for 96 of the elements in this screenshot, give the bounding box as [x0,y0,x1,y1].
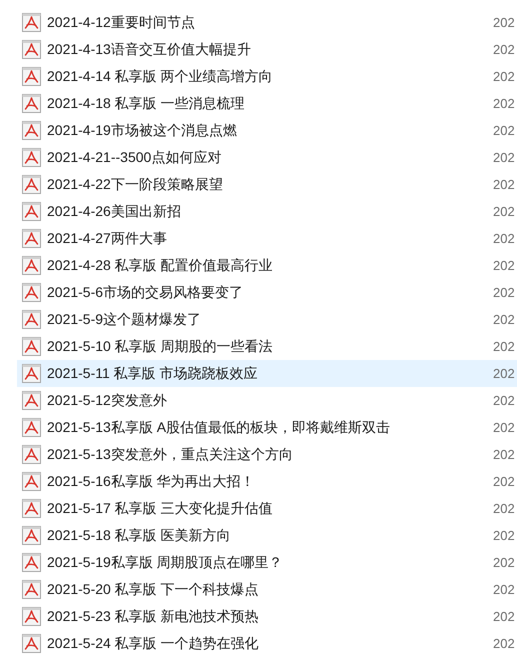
file-row[interactable]: 2021-5-20 私享版 下一个科技爆点 202 [17,576,517,603]
file-name: 2021-4-22下一阶段策略展望 [47,176,224,194]
date-modified: 202 [493,42,515,57]
pdf-file-icon [22,445,41,464]
pdf-file-icon [22,526,41,545]
file-name: 2021-5-19私享版 周期股顶点在哪里？ [47,554,284,572]
date-modified: 202 [493,447,515,462]
pdf-file-icon [22,94,41,113]
date-modified: 202 [493,528,515,543]
file-row[interactable]: 2021-5-9这个题材爆发了 202 [17,306,517,333]
date-modified: 202 [493,15,515,30]
file-row[interactable]: 2021-5-23 私享版 新电池技术预热 202 [17,603,517,630]
file-name: 2021-5-9这个题材爆发了 [47,310,202,328]
date-modified: 202 [493,150,515,165]
date-modified: 202 [493,96,515,111]
file-name: 2021-5-20 私享版 下一个科技爆点 [47,580,260,598]
date-modified: 202 [493,393,515,408]
file-name: 2021-5-13突发意外，重点关注这个方向 [47,446,294,464]
date-modified: 202 [493,177,515,192]
file-row[interactable]: 2021-5-13私享版 A股估值最低的板块，即将戴维斯双击 202 [17,414,517,441]
file-name: 2021-5-16私享版 华为再出大招！ [47,472,256,490]
pdf-file-icon [22,418,41,437]
file-row[interactable]: 2021-4-18 私享版 一些消息梳理 202 [17,90,517,117]
file-name: 2021-4-12重要时间节点 [47,14,196,32]
file-row[interactable]: 2021-5-17 私享版 三大变化提升估值 202 [17,495,517,522]
file-row[interactable]: 2021-4-14 私享版 两个业绩高增方向 202 [17,63,517,90]
pdf-file-icon [22,391,41,410]
date-modified: 202 [493,555,515,570]
pdf-file-icon [22,607,41,626]
file-name: 2021-5-23 私享版 新电池技术预热 [47,608,260,626]
file-row[interactable]: 2021-4-13语音交互价值大幅提升 202 [17,36,517,63]
file-name: 2021-4-19市场被这个消息点燃 [47,122,238,140]
pdf-file-icon [22,121,41,140]
date-modified: 202 [493,501,515,516]
file-row[interactable]: 2021-4-19市场被这个消息点燃 202 [17,117,517,144]
file-row[interactable]: 2021-5-10 私享版 周期股的一些看法 202 [17,333,517,360]
file-name: 2021-4-26美国出新招 [47,202,182,220]
date-modified: 202 [493,366,515,381]
file-row[interactable]: 2021-4-27两件大事 202 [17,225,517,252]
pdf-file-icon [22,499,41,518]
file-name: 2021-5-24 私享版 一个趋势在强化 [47,634,260,652]
date-modified: 202 [493,420,515,435]
file-name: 2021-5-18 私享版 医美新方向 [47,526,232,544]
date-modified: 202 [493,231,515,246]
file-row[interactable]: 2021-5-12突发意外 202 [17,387,517,414]
pdf-file-icon [22,229,41,248]
pdf-file-icon [22,337,41,356]
date-modified: 202 [493,582,515,597]
file-name: 2021-5-6市场的交易风格要变了 [47,284,244,302]
file-name: 2021-5-17 私享版 三大变化提升估值 [47,500,274,518]
file-row[interactable]: 2021-4-21--3500点如何应对 202 [17,144,517,171]
date-modified: 202 [493,285,515,300]
file-name: 2021-5-12突发意外 [47,392,168,410]
date-modified: 202 [493,69,515,84]
file-name: 2021-5-13私享版 A股估值最低的板块，即将戴维斯双击 [47,418,392,436]
file-name: 2021-4-27两件大事 [47,230,168,248]
file-name: 2021-5-10 私享版 周期股的一些看法 [47,338,274,356]
pdf-file-icon [22,13,41,32]
file-row[interactable]: 2021-5-11 私享版 市场跷跷板效应 202 [17,360,517,387]
pdf-file-icon [22,310,41,329]
file-row[interactable]: 2021-5-18 私享版 医美新方向 202 [17,522,517,549]
date-modified: 202 [493,339,515,354]
date-modified: 202 [493,636,515,651]
file-row[interactable]: 2021-4-12重要时间节点 202 [17,9,517,36]
date-modified: 202 [493,312,515,327]
file-name: 2021-4-13语音交互价值大幅提升 [47,40,252,58]
file-row[interactable]: 2021-5-19私享版 周期股顶点在哪里？ 202 [17,549,517,576]
pdf-file-icon [22,67,41,86]
pdf-file-icon [22,634,41,653]
file-row[interactable]: 2021-5-13突发意外，重点关注这个方向 202 [17,441,517,468]
file-row[interactable]: 2021-4-22下一阶段策略展望 202 [17,171,517,198]
file-row[interactable]: 2021-4-26美国出新招 202 [17,198,517,225]
file-name: 2021-4-28 私享版 配置价值最高行业 [47,256,274,274]
pdf-file-icon [22,364,41,383]
date-modified: 202 [493,258,515,273]
date-modified: 202 [493,609,515,624]
pdf-file-icon [22,553,41,572]
date-modified: 202 [493,204,515,219]
pdf-file-icon [22,148,41,167]
pdf-file-icon [22,283,41,302]
pdf-file-icon [22,202,41,221]
file-name: 2021-4-18 私享版 一些消息梳理 [47,94,246,112]
file-row[interactable]: 2021-5-6市场的交易风格要变了 202 [17,279,517,306]
file-row[interactable]: 2021-5-24 私享版 一个趋势在强化 202 [17,630,517,657]
file-row[interactable]: 2021-5-16私享版 华为再出大招！ 202 [17,468,517,495]
pdf-file-icon [22,472,41,491]
pdf-file-icon [22,175,41,194]
file-name: 2021-4-14 私享版 两个业绩高增方向 [47,68,274,86]
pdf-file-icon [22,256,41,275]
file-row[interactable]: 2021-4-28 私享版 配置价值最高行业 202 [17,252,517,279]
date-modified: 202 [493,123,515,138]
pdf-file-icon [22,580,41,599]
file-name: 2021-5-11 私享版 市场跷跷板效应 [47,364,259,382]
file-name: 2021-4-21--3500点如何应对 [47,148,222,166]
date-modified: 202 [493,474,515,489]
pdf-file-icon [22,40,41,59]
